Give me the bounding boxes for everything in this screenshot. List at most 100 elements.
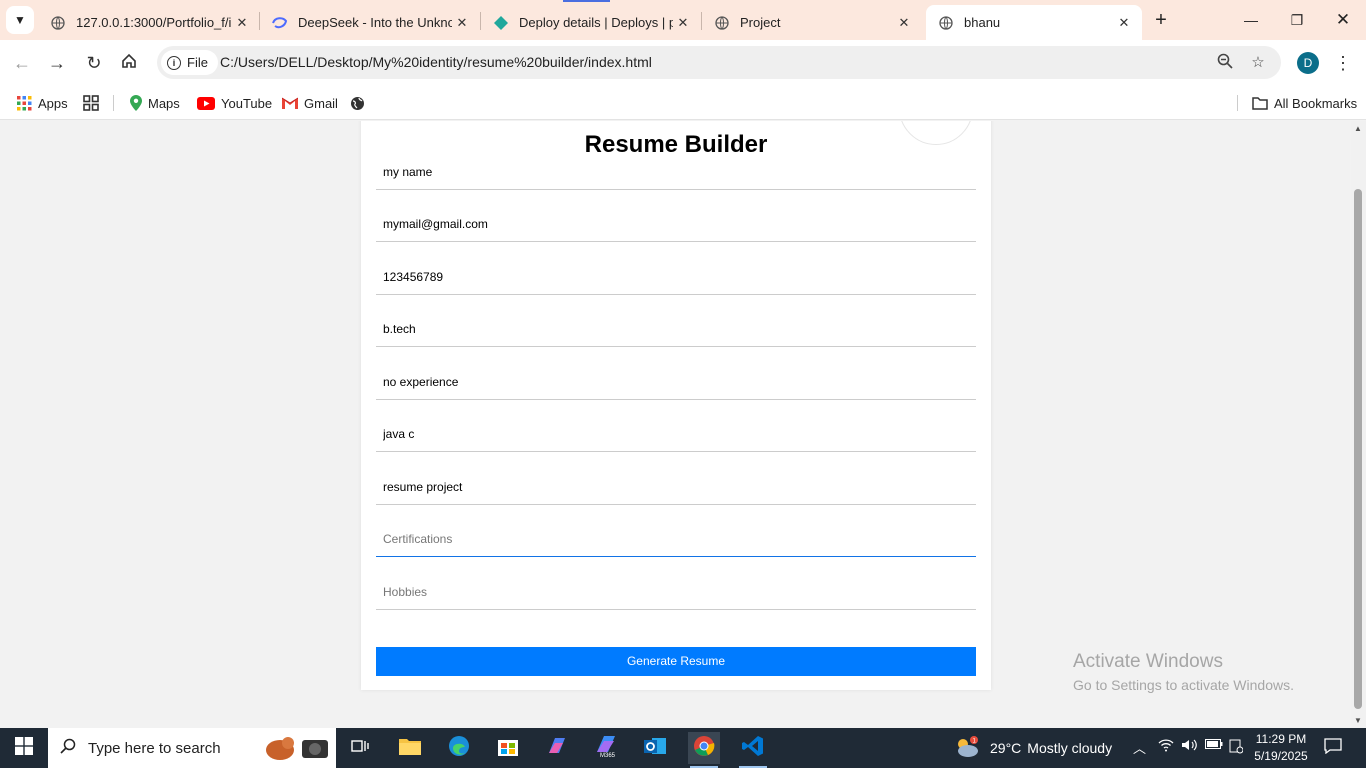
weather-widget[interactable]: 1 29°C Mostly cloudy (954, 728, 1112, 768)
arrow-left-icon: ← (13, 53, 31, 73)
taskbar-file-explorer[interactable] (394, 732, 426, 764)
taskbar-store[interactable] (492, 732, 524, 764)
certifications-input[interactable] (376, 521, 976, 557)
arrow-right-icon: → (48, 53, 66, 73)
home-button[interactable] (116, 50, 142, 76)
minimize-button[interactable]: — (1239, 8, 1263, 32)
close-icon[interactable]: ✕ (1114, 15, 1134, 31)
address-bar[interactable]: i File C:/Users/DELL/Desktop/My%20identi… (157, 46, 1281, 79)
volume-icon[interactable] (1181, 738, 1197, 755)
tab-project[interactable]: Project ✕ (702, 5, 922, 40)
youtube-icon (197, 96, 215, 110)
bookmark-youtube[interactable]: YouTube (197, 92, 272, 114)
notification-icon[interactable] (1324, 738, 1342, 758)
activate-windows-watermark: Activate Windows Go to Settings to activ… (1073, 651, 1294, 693)
bookmark-maps[interactable]: Maps (130, 92, 180, 114)
site-info-chip[interactable]: i File (161, 50, 218, 75)
apps-grid-icon (17, 95, 32, 111)
wifi-icon[interactable] (1158, 738, 1174, 755)
generate-resume-button[interactable]: Generate Resume (376, 647, 976, 676)
education-input[interactable] (376, 311, 976, 347)
bookmark-label: Apps (38, 95, 68, 111)
taskbar-search[interactable]: Type here to search (48, 728, 336, 768)
reload-icon: ↻ (86, 53, 102, 73)
minimize-icon: — (1244, 12, 1258, 28)
folder-icon (399, 737, 421, 760)
page-viewport: Resume Builder Generate Resume Activate … (0, 121, 1351, 728)
globe-icon (714, 15, 730, 31)
hobbies-input[interactable] (376, 574, 976, 610)
new-tab-button[interactable]: + (1150, 9, 1172, 31)
all-bookmarks[interactable]: All Bookmarks (1252, 92, 1357, 114)
svg-text:M365: M365 (600, 753, 616, 758)
back-button[interactable]: ← (9, 50, 35, 76)
reload-button[interactable]: ↻ (81, 50, 107, 76)
taskbar-vscode[interactable] (737, 732, 769, 768)
taskbar-edge[interactable] (443, 732, 475, 764)
bookmark-separator (1237, 95, 1238, 111)
close-icon[interactable]: ✕ (452, 15, 472, 31)
bookmark-web[interactable] (350, 92, 371, 114)
search-placeholder: Type here to search (88, 739, 221, 757)
restore-button[interactable]: ❐ (1285, 8, 1309, 32)
tab-title: 127.0.0.1:3000/Portfolio_f/in (76, 15, 232, 30)
tab-portfolio[interactable]: 127.0.0.1:3000/Portfolio_f/in ✕ (38, 5, 260, 40)
vscode-icon (742, 735, 764, 762)
tab-title: Deploy details | Deploys | pc (519, 15, 673, 30)
edge-icon (448, 735, 470, 762)
zoom-icon[interactable] (1215, 53, 1235, 73)
search-icon (60, 738, 76, 759)
email-input[interactable] (376, 206, 976, 242)
phone-input[interactable] (376, 259, 976, 295)
start-button[interactable] (0, 728, 48, 768)
menu-button[interactable]: ⋮ (1334, 50, 1352, 76)
projects-input[interactable] (376, 469, 976, 505)
tab-bhanu[interactable]: bhanu ✕ (926, 5, 1142, 40)
close-icon[interactable]: ✕ (894, 15, 914, 31)
close-icon[interactable]: ✕ (232, 15, 252, 31)
scroll-down-icon[interactable]: ▼ (1354, 716, 1362, 725)
weather-temp: 29°C (990, 740, 1022, 756)
profile-initial: D (1303, 56, 1313, 70)
tab-title: Project (740, 15, 781, 30)
site-info-label: File (187, 55, 208, 70)
name-input[interactable] (376, 154, 976, 190)
scroll-up-icon[interactable]: ▲ (1354, 124, 1362, 133)
folder-icon (1252, 96, 1268, 110)
tab-search-button[interactable]: ▼ (6, 6, 34, 34)
scrollbar-thumb[interactable] (1354, 189, 1362, 709)
tab-title: DeepSeek - Into the Unknow (298, 15, 452, 30)
page-scrollbar[interactable]: ▲ ▼ (1351, 121, 1366, 728)
tab-deepseek[interactable]: DeepSeek - Into the Unknow ✕ (260, 5, 480, 40)
skills-input[interactable] (376, 416, 976, 452)
bookmark-gmail[interactable]: Gmail (282, 92, 338, 114)
task-view-button[interactable] (344, 732, 376, 764)
resume-form-card: Resume Builder Generate Resume (361, 121, 991, 690)
url-text[interactable]: C:/Users/DELL/Desktop/My%20identity/resu… (220, 54, 652, 70)
windows-taskbar: Type here to search M365 1 29°C Mostly c… (0, 728, 1366, 768)
profile-avatar[interactable]: D (1297, 52, 1319, 74)
bookmarks-bar: Apps Maps YouTube Gmail All Bookmarks (0, 86, 1366, 120)
chevron-up-icon[interactable]: ︿ (1133, 738, 1146, 757)
search-highlight-icon (258, 730, 334, 768)
restore-icon: ❐ (1290, 12, 1304, 28)
star-icon[interactable]: ☆ (1248, 53, 1268, 73)
system-clock[interactable]: 11:29 PM 5/19/2025 (1250, 731, 1312, 765)
clock-date: 5/19/2025 (1254, 749, 1308, 763)
taskbar-chrome[interactable] (688, 732, 720, 768)
experience-input[interactable] (376, 364, 976, 400)
taskbar-copilot[interactable] (541, 732, 573, 764)
forward-button[interactable]: → (44, 50, 70, 76)
battery-icon[interactable] (1205, 738, 1223, 753)
close-window-button[interactable]: ✕ (1331, 8, 1355, 32)
bookmark-apps[interactable]: Apps (17, 92, 68, 114)
chevron-down-icon: ▼ (14, 13, 26, 27)
bookmark-tab-groups[interactable] (83, 92, 105, 114)
taskbar-m365[interactable]: M365 (590, 732, 622, 764)
store-icon (498, 736, 518, 761)
tab-deploy[interactable]: Deploy details | Deploys | pc ✕ (481, 5, 701, 40)
taskbar-outlook[interactable] (639, 732, 671, 764)
home-icon (121, 53, 137, 73)
close-icon[interactable]: ✕ (673, 15, 693, 31)
input-mode-icon[interactable] (1229, 738, 1244, 757)
